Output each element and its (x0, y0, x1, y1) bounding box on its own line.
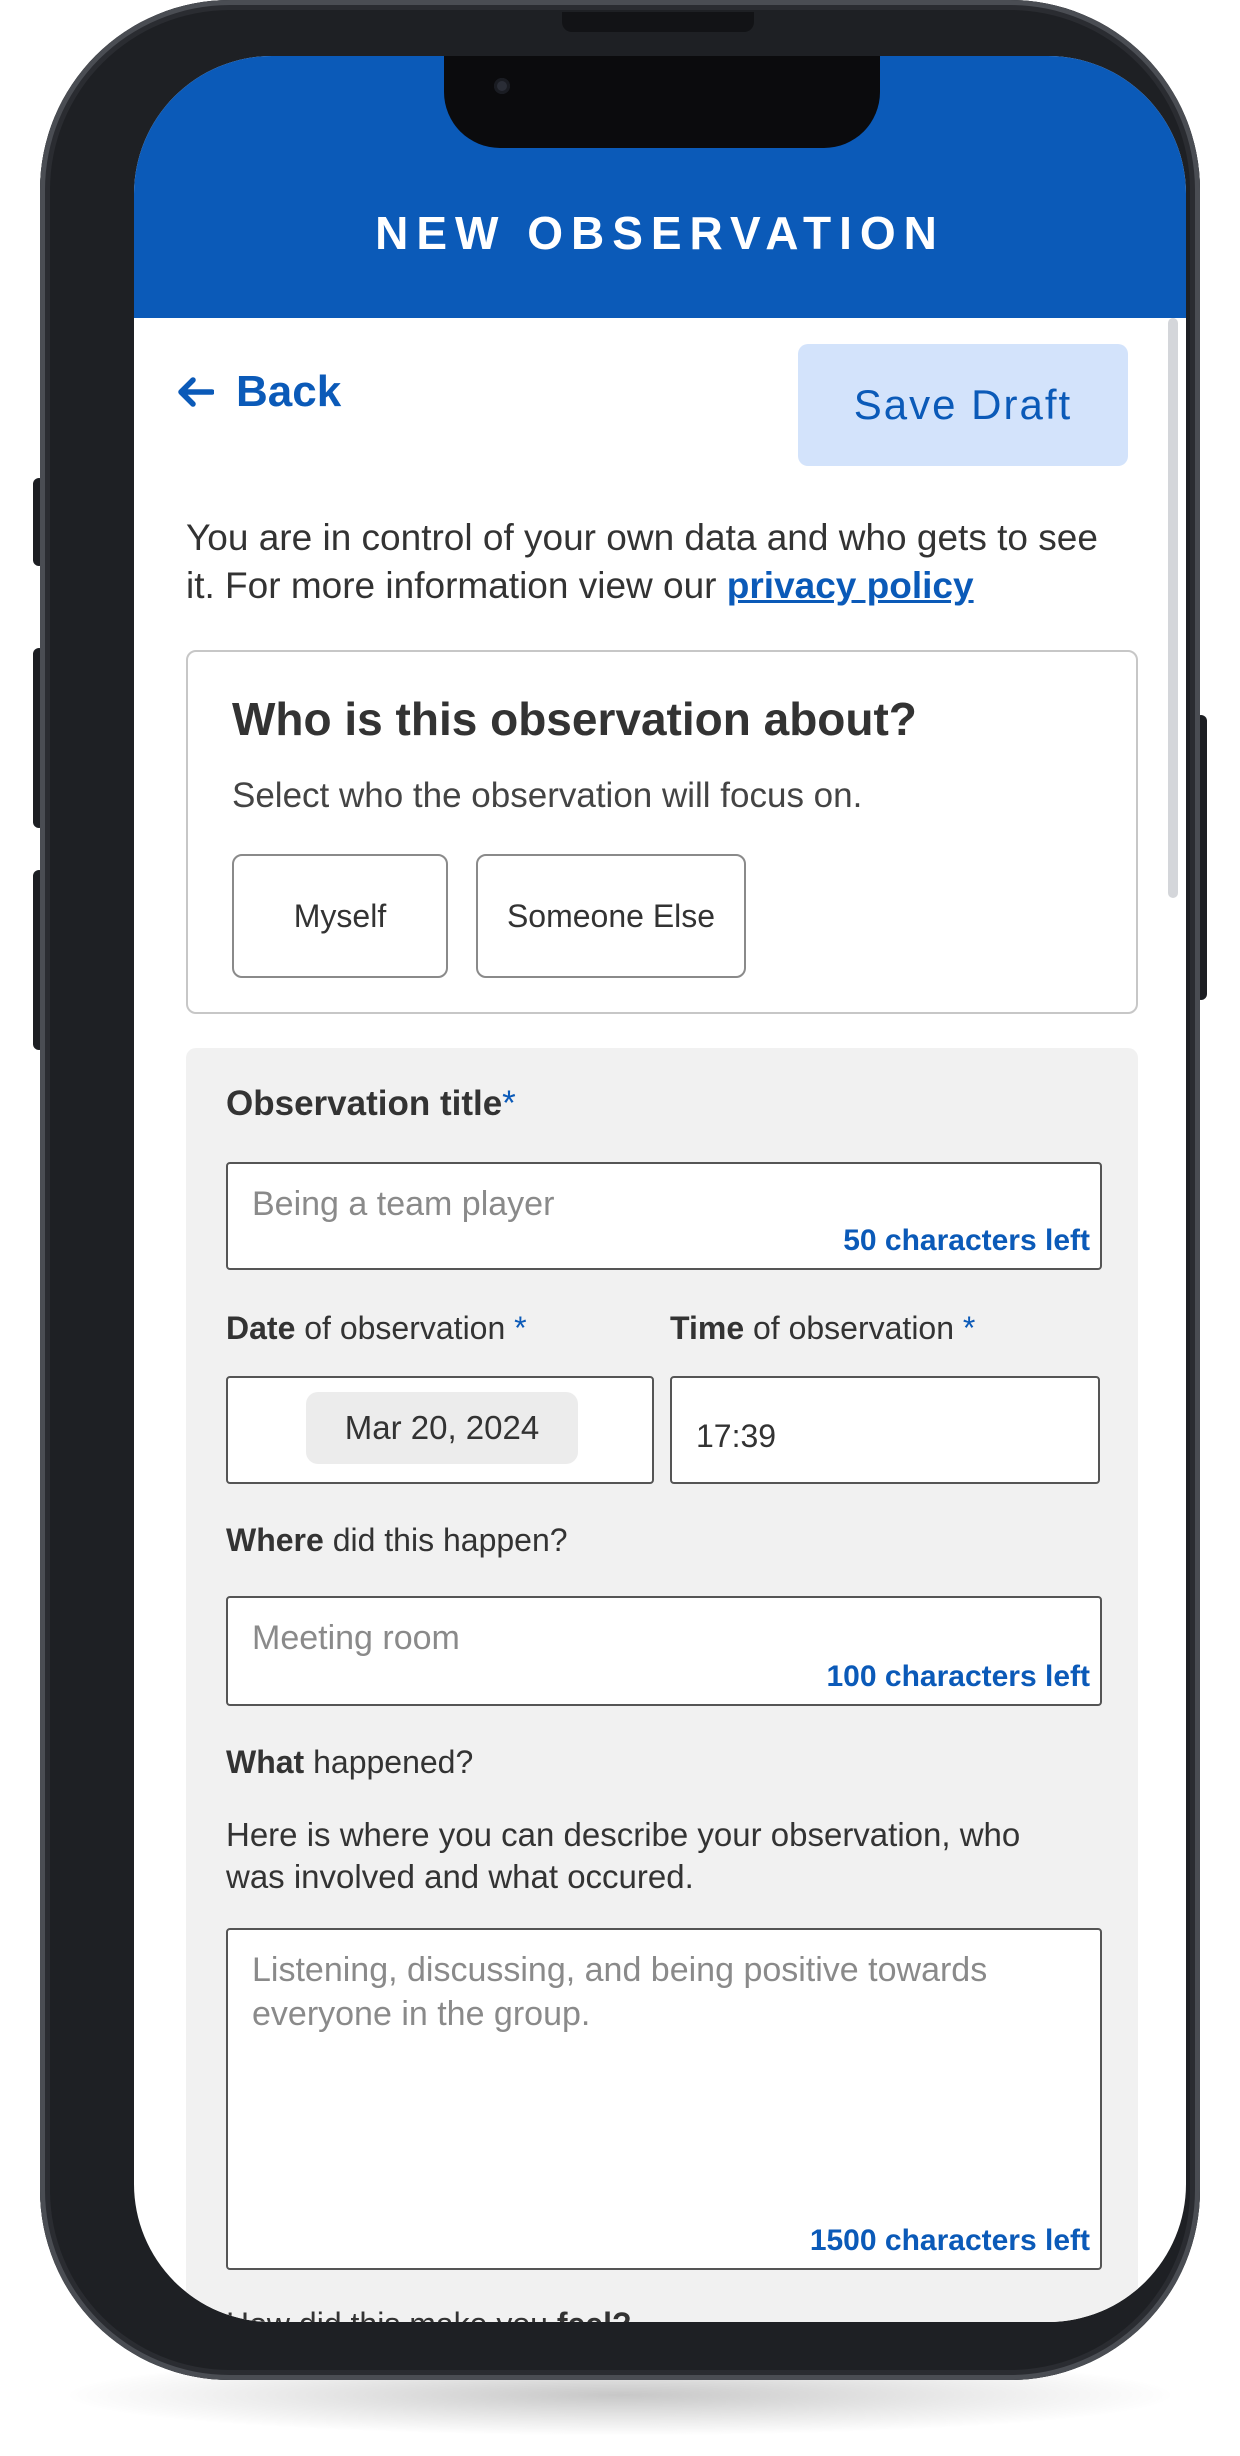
location-input[interactable]: Meeting room 100 characters left (226, 1596, 1102, 1706)
privacy-notice: You are in control of your own data and … (186, 514, 1136, 610)
time-value: 17:39 (696, 1418, 777, 1454)
back-button[interactable]: Back (178, 362, 341, 422)
title-placeholder: Being a team player (252, 1185, 555, 1223)
date-input[interactable]: Mar 20, 2024 (226, 1376, 654, 1484)
subject-instructions: Select who the observation will focus on… (232, 776, 863, 815)
where-label-rest: did this happen? (323, 1522, 568, 1558)
front-camera (494, 78, 510, 94)
time-label-bold: Time (670, 1310, 745, 1346)
where-label-bold: Where (226, 1522, 324, 1558)
someone-else-option-button[interactable]: Someone Else (476, 854, 746, 978)
privacy-policy-link[interactable]: privacy policy (727, 565, 974, 606)
feel-label-rest: How did this make you (226, 2306, 557, 2322)
date-field-label: Date of observation * (226, 1310, 527, 1347)
time-input[interactable]: 17:39 (670, 1376, 1100, 1484)
description-char-counter: 1500 characters left (809, 2224, 1090, 2257)
phone-frame: NEW OBSERVATION Back Save Draft You are … (40, 0, 1200, 2380)
arrow-left-icon (178, 377, 214, 407)
title-char-counter: 50 characters left (843, 1224, 1090, 1257)
phone-screen: NEW OBSERVATION Back Save Draft You are … (134, 56, 1186, 2322)
top-speaker-grille (562, 12, 754, 32)
location-placeholder: Meeting room (252, 1619, 460, 1657)
observation-form: Observation title* Being a team player 5… (186, 1048, 1138, 2322)
subject-selection-card: Who is this observation about? Select wh… (186, 650, 1138, 1014)
what-label-bold: What (226, 1744, 305, 1780)
what-help-text: Here is where you can describe your obse… (226, 1816, 1021, 1895)
time-field-label: Time of observation * (670, 1310, 975, 1347)
location-char-counter: 100 characters left (826, 1660, 1091, 1693)
title-field-label: Observation title* (226, 1084, 516, 1124)
title-label-text: Observation title (226, 1084, 503, 1123)
required-mark: * (502, 1084, 516, 1123)
date-value-chip[interactable]: Mar 20, 2024 (306, 1392, 578, 1464)
description-placeholder: Listening, discussing, and being positiv… (252, 1951, 988, 2033)
scrollbar[interactable] (1168, 318, 1178, 898)
subject-question: Who is this observation about? (232, 693, 917, 745)
required-mark: * (514, 1310, 527, 1346)
what-field-label: What happened? (226, 1744, 473, 1781)
date-label-rest: of observation (295, 1310, 515, 1346)
page-title: NEW OBSERVATION (375, 207, 945, 259)
what-label-rest: happened? (304, 1744, 474, 1780)
required-mark: * (962, 1310, 976, 1346)
date-label-bold: Date (226, 1310, 296, 1346)
myself-option-button[interactable]: Myself (232, 854, 448, 978)
description-textarea[interactable]: Listening, discussing, and being positiv… (226, 1928, 1102, 2270)
feel-field-label: How did this make you feel? (226, 2306, 632, 2322)
time-label-rest: of observation (744, 1310, 963, 1346)
feel-label-bold: feel? (557, 2306, 632, 2322)
save-draft-button[interactable]: Save Draft (798, 344, 1128, 466)
screen-notch (444, 56, 880, 148)
back-label: Back (236, 367, 342, 416)
where-field-label: Where did this happen? (226, 1522, 568, 1559)
observation-title-input[interactable]: Being a team player 50 characters left (226, 1162, 1102, 1270)
